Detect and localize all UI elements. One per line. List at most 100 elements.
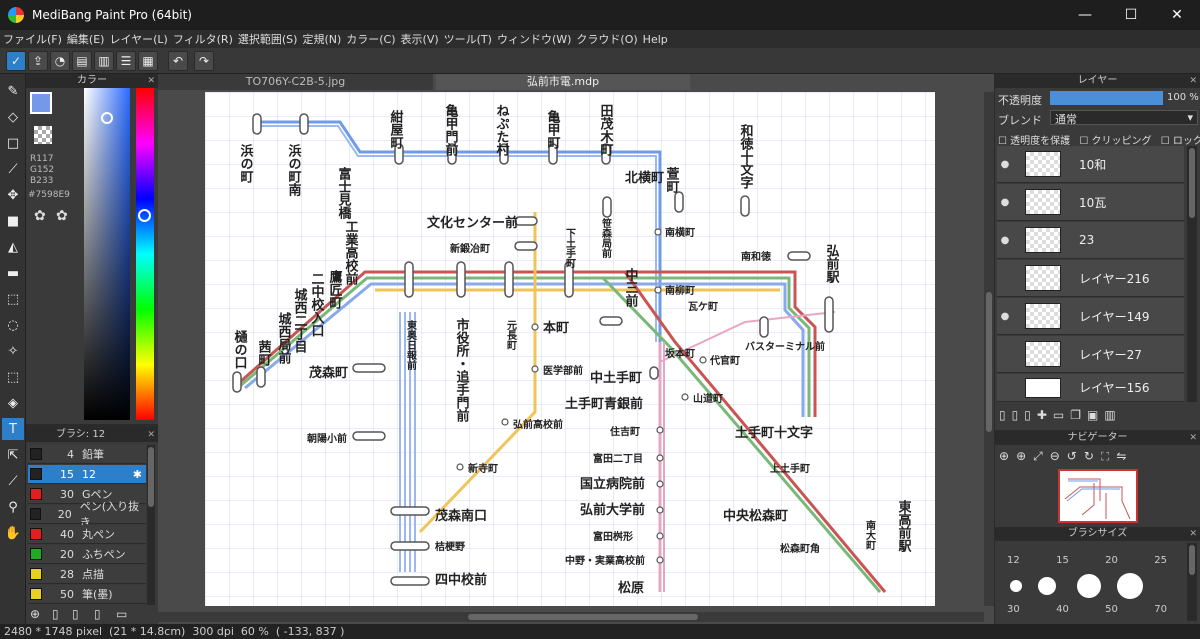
select-pen-tool-icon[interactable]: ⬚	[2, 366, 24, 388]
brush-size-dot-40[interactable]	[1038, 577, 1056, 595]
zoom-in-icon[interactable]: ⊕	[999, 449, 1016, 463]
operation-tool-icon[interactable]: ⇱	[2, 444, 24, 466]
brush-item[interactable]: 4 鉛筆	[28, 445, 146, 464]
new-8bit-layer-icon[interactable]: ▯	[1024, 408, 1037, 422]
drawing-canvas[interactable]: 浜の町 浜の町南 富士見橋 紺屋町 亀甲門前 ねぷた村 亀甲町 田茂木町 北横町…	[205, 92, 935, 606]
text-tool-icon[interactable]: T	[2, 418, 24, 440]
menu-edit[interactable]: 編集(E)	[67, 31, 105, 47]
line-tool-icon[interactable]: ⟋	[2, 158, 24, 180]
brush-size-dot-50[interactable]	[1077, 574, 1101, 598]
visibility-eye-icon[interactable]: ●	[997, 235, 1013, 246]
canvas-vertical-scrollbar[interactable]	[984, 92, 994, 606]
list-icon[interactable]: ☰	[116, 51, 136, 71]
sv-picker-handle[interactable]	[101, 112, 113, 124]
upload-icon[interactable]: ⇪	[28, 51, 48, 71]
blend-mode-select[interactable]: 通常 ▾	[1050, 110, 1198, 126]
visibility-eye-icon[interactable]: ●	[997, 197, 1013, 208]
brush-size-dot-70[interactable]	[1117, 573, 1143, 599]
menu-layer[interactable]: レイヤー(L)	[109, 31, 167, 47]
brush-item[interactable]: 50 筆(墨)	[28, 585, 146, 604]
layer-row[interactable]: レイヤー156	[997, 374, 1184, 402]
bucket-tool-icon[interactable]: ◭	[2, 236, 24, 258]
gradient-tool-icon[interactable]: ▬	[2, 262, 24, 284]
menu-color[interactable]: カラー(C)	[346, 31, 395, 47]
eraser-tool-icon[interactable]: ◇	[2, 106, 24, 128]
palette-icon[interactable]: ✿	[34, 208, 46, 224]
hand-tool-icon[interactable]: ✋	[2, 522, 24, 544]
hue-slider-handle[interactable]	[138, 209, 151, 222]
saturation-value-picker[interactable]	[84, 88, 130, 420]
layer-row[interactable]: ● レイヤー149	[997, 298, 1184, 335]
opacity-slider[interactable]	[1050, 91, 1163, 105]
comment-icon[interactable]: ▤	[72, 51, 92, 71]
speech-bubble-icon[interactable]: ◔	[50, 51, 70, 71]
layer-row[interactable]: ● 23	[997, 222, 1184, 259]
undo-icon[interactable]: ↶	[168, 51, 188, 71]
layer-row[interactable]: レイヤー27	[997, 336, 1184, 373]
menu-tool[interactable]: ツール(T)	[444, 31, 492, 47]
redo-icon[interactable]: ↷	[194, 51, 214, 71]
fit-icon[interactable]: ⤢	[1033, 449, 1050, 463]
menu-file[interactable]: ファイル(F)	[3, 31, 62, 47]
brush-item[interactable]: 15 12 ✱	[28, 465, 146, 484]
add-layer-icon[interactable]: ✚	[1037, 408, 1053, 422]
brush-tool-icon[interactable]: ✎	[2, 80, 24, 102]
brush-item[interactable]: 28 点描	[28, 565, 146, 584]
page-icon[interactable]: ▥	[94, 51, 114, 71]
eyedropper-tool-icon[interactable]: ⚲	[2, 496, 24, 518]
new-layer-icon[interactable]: ▯	[999, 408, 1012, 422]
move-tool-icon[interactable]: ✥	[2, 184, 24, 206]
menu-cloud[interactable]: クラウド(O)	[576, 31, 637, 47]
layer-row[interactable]: レイヤー216	[997, 260, 1184, 297]
fill-rect-tool-icon[interactable]: ■	[2, 210, 24, 232]
hue-slider[interactable]	[136, 88, 154, 420]
rotate-right-icon[interactable]: ↻	[1084, 449, 1101, 463]
visibility-eye-icon[interactable]: ●	[997, 311, 1013, 322]
brush-settings-icon[interactable]: ▯	[94, 607, 101, 621]
rectangle-tool-icon[interactable]: □	[2, 132, 24, 154]
folder-icon[interactable]: ▭	[1053, 408, 1070, 422]
transparent-color-icon[interactable]	[34, 126, 52, 144]
magic-wand-tool-icon[interactable]: ✧	[2, 340, 24, 362]
select-eraser-tool-icon[interactable]: ◈	[2, 392, 24, 414]
zoom-in-alt-icon[interactable]: ⊕	[1016, 449, 1033, 463]
trash-icon[interactable]: ▥	[1104, 408, 1121, 422]
merge-layer-icon[interactable]: ▣	[1087, 408, 1104, 422]
visibility-eye-icon[interactable]: ●	[997, 159, 1013, 170]
close-button[interactable]: ✕	[1154, 0, 1200, 30]
layer-row[interactable]: ● 10瓦	[997, 184, 1184, 221]
tab-inactive-document[interactable]: TO706Y-C2B-5.jpg	[158, 74, 433, 90]
zoom-out-icon[interactable]: ⊖	[1050, 449, 1067, 463]
menu-ruler[interactable]: 定規(N)	[302, 31, 341, 47]
navigator-thumbnail[interactable]	[1058, 469, 1138, 523]
brush-item[interactable]: 20 ペン(入り抜き	[28, 500, 146, 529]
menu-help[interactable]: Help	[643, 33, 668, 46]
brush-size-dot-30[interactable]	[1010, 580, 1022, 592]
new-halftone-layer-icon[interactable]: ▯	[1012, 408, 1025, 422]
folder-icon[interactable]: ▭	[116, 607, 127, 621]
reset-icon[interactable]: ⛶	[1101, 449, 1116, 463]
grid-check-icon[interactable]: ▦	[138, 51, 158, 71]
canvas-horizontal-scrollbar[interactable]	[158, 612, 984, 622]
divide-tool-icon[interactable]: ⟋	[2, 470, 24, 492]
add-brush-icon[interactable]: ⊕	[30, 607, 40, 621]
brush-item[interactable]: 20 ふちペン	[28, 545, 146, 564]
maximize-button[interactable]: ☐	[1108, 0, 1154, 30]
new-brush-icon[interactable]: ▯	[52, 607, 59, 621]
check-icon[interactable]: ✓	[6, 51, 26, 71]
layer-row[interactable]: ● 10和	[997, 146, 1184, 183]
copy-brush-icon[interactable]: ▯	[72, 607, 79, 621]
brush-list-scrollbar[interactable]	[147, 445, 155, 605]
duplicate-layer-icon[interactable]: ❐	[1070, 408, 1087, 422]
menu-window[interactable]: ウィンドウ(W)	[497, 31, 571, 47]
menu-view[interactable]: 表示(V)	[401, 31, 439, 47]
layer-list-scrollbar[interactable]	[1187, 146, 1197, 402]
lasso-tool-icon[interactable]: ◌	[2, 314, 24, 336]
brush-size-scrollbar[interactable]	[1187, 543, 1197, 621]
gear-icon[interactable]: ✱	[133, 468, 142, 481]
rotate-left-icon[interactable]: ↺	[1067, 449, 1084, 463]
select-rect-tool-icon[interactable]: ⬚	[2, 288, 24, 310]
tab-active-document[interactable]: 弘前市電.mdp	[436, 74, 690, 90]
menu-filter[interactable]: フィルタ(R)	[173, 31, 233, 47]
palette-settings-icon[interactable]: ✿	[56, 208, 68, 224]
